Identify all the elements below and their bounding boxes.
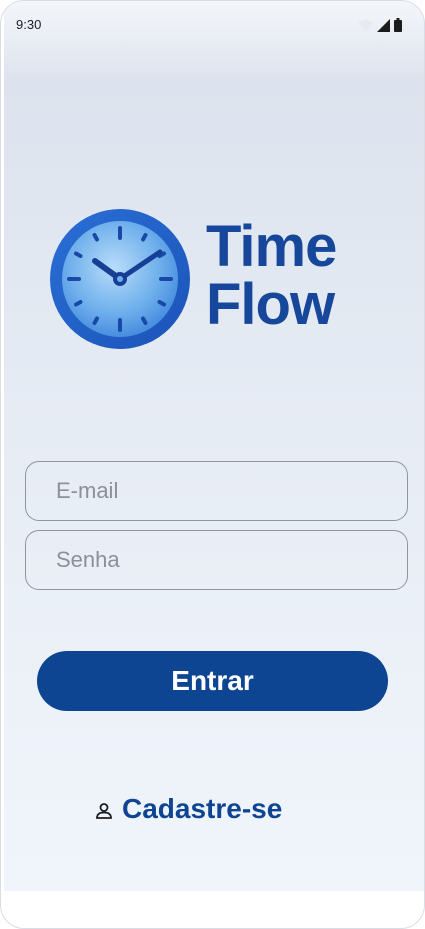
phone-frame: 9:30 Time Flow E-mail Entrar Cadastre-se — [0, 0, 425, 929]
status-icons — [358, 18, 402, 32]
login-screen: 9:30 Time Flow E-mail Entrar Cadastre-se — [4, 1, 424, 891]
status-bar: 9:30 — [4, 1, 424, 45]
password-input[interactable] — [56, 547, 407, 573]
login-button[interactable]: Entrar — [37, 651, 388, 711]
user-icon — [96, 803, 112, 819]
email-input[interactable] — [56, 478, 407, 504]
app-logo: Time Flow — [49, 206, 359, 356]
clock-icon — [50, 209, 190, 349]
password-field[interactable] — [25, 530, 408, 590]
brand-line-1: Time — [206, 214, 337, 279]
email-field[interactable] — [25, 461, 408, 521]
signup-link[interactable]: Cadastre-se — [95, 793, 282, 825]
status-time: 9:30 — [16, 17, 42, 32]
brand-line-2: Flow — [206, 272, 335, 337]
wifi-icon — [358, 20, 373, 32]
signup-label: Cadastre-se — [122, 793, 283, 824]
signal-icon — [377, 19, 390, 32]
brand-name: Time Flow — [206, 214, 337, 337]
battery-icon — [394, 18, 402, 32]
